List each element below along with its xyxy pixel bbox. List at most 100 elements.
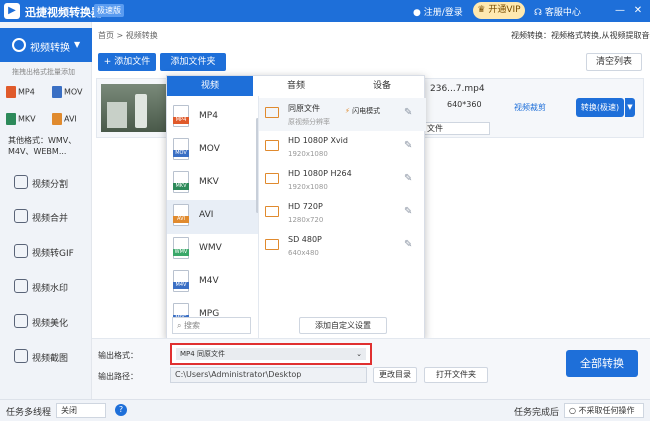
- video-thumbnail: [101, 84, 169, 132]
- output-format-select[interactable]: 文件: [422, 122, 490, 135]
- crop-video-link[interactable]: 视频裁剪: [514, 102, 546, 113]
- open-folder-button[interactable]: 打开文件夹: [424, 367, 488, 383]
- video-preset-icon: [265, 206, 279, 217]
- preset-item[interactable]: HD 720P 1280x720 ✎: [259, 197, 426, 230]
- convert-all-button[interactable]: 全部转换: [566, 350, 638, 377]
- radio-icon: ○: [569, 406, 576, 415]
- add-folder-button[interactable]: 添加文件夹: [160, 53, 226, 71]
- chevron-down-icon: ▼: [74, 40, 81, 49]
- sidebar-item-label: 视频水印: [32, 284, 69, 294]
- edit-icon[interactable]: ✎: [404, 206, 412, 217]
- quick-format-label: AVI: [64, 114, 77, 124]
- sidebar-item-screenshot[interactable]: 视频截图: [0, 346, 92, 368]
- mp4-file-icon: [6, 86, 16, 98]
- add-file-button[interactable]: + 添加文件: [98, 53, 156, 71]
- vip-button[interactable]: ♛ 开通VIP: [473, 2, 525, 19]
- login-link[interactable]: ● 注册/登录: [413, 5, 463, 18]
- preset-sub: 640x480: [288, 249, 319, 257]
- edit-icon[interactable]: ✎: [404, 239, 412, 250]
- preset-item[interactable]: HD 1080P Xvid 1920x1080 ✎: [259, 131, 426, 164]
- edit-icon[interactable]: ✎: [404, 140, 412, 151]
- format-item-mkv[interactable]: MKV MKV: [167, 167, 258, 201]
- add-custom-setting-button[interactable]: 添加自定义设置: [299, 317, 387, 334]
- app-logo-icon: ▶: [4, 3, 20, 19]
- after-task-select[interactable]: ○ 不采取任何操作: [564, 403, 644, 418]
- after-task-label: 任务完成后: [514, 408, 560, 418]
- tab-audio[interactable]: 音频: [253, 76, 339, 96]
- edit-icon[interactable]: ✎: [404, 107, 412, 118]
- tab-device[interactable]: 设备: [339, 76, 425, 96]
- convert-icon: [12, 38, 26, 52]
- screenshot-icon: [14, 349, 28, 363]
- preset-name: HD 1080P Xvid: [288, 136, 348, 145]
- clear-list-button[interactable]: 清空列表: [586, 53, 642, 71]
- gif-icon: [14, 244, 28, 258]
- mkv-file-icon: [6, 113, 16, 125]
- preset-name: 同原文件: [288, 104, 320, 113]
- change-directory-button[interactable]: 更改目录: [373, 367, 417, 383]
- quick-format-mkv[interactable]: MKV: [6, 113, 36, 129]
- quick-format-mp4[interactable]: MP4: [6, 86, 35, 102]
- format-item-wmv[interactable]: WMV WMV: [167, 233, 258, 267]
- sidebar-item-label: 视频美化: [32, 319, 69, 329]
- avi-file-icon: AVI: [173, 204, 189, 226]
- format-list: MP4 MP4 MOV MOV MKV MKV AVI AVI WMV WMV M4V M4…: [167, 96, 259, 340]
- sidebar-item-merge[interactable]: 视频合并: [0, 206, 92, 228]
- help-icon[interactable]: ?: [115, 404, 127, 416]
- video-preset-icon: [265, 173, 279, 184]
- close-button[interactable]: ✕: [630, 2, 646, 20]
- sidebar-item-gif[interactable]: 视频转GIF: [0, 241, 92, 263]
- preset-sub: 1920x1080: [288, 150, 328, 158]
- quick-format-label: MOV: [64, 87, 83, 97]
- convert-dropdown-button[interactable]: ▼: [625, 98, 635, 117]
- convert-button[interactable]: 转换(极速): [576, 98, 624, 117]
- preset-item[interactable]: HD 1080P H264 1920x1080 ✎: [259, 164, 426, 197]
- flash-mode-label: 闪电模式: [352, 107, 381, 115]
- vip-label: 开通VIP: [488, 5, 521, 15]
- output-format-dropdown[interactable]: MP4 同原文件 ⌄: [170, 343, 372, 365]
- format-item-mp4[interactable]: MP4 MP4: [167, 101, 258, 135]
- output-path-label: 输出路径：: [98, 372, 138, 381]
- format-item-mov[interactable]: MOV MOV: [167, 134, 258, 168]
- preset-name: SD 480P: [288, 235, 322, 244]
- edit-icon[interactable]: ✎: [404, 173, 412, 184]
- other-formats-link[interactable]: 其他格式：WMV、M4V、WEBM...: [8, 135, 88, 157]
- format-picker-popup: 视频 音频 设备 MP4 MP4 MOV MOV MKV MKV AVI AVI WMV…: [166, 75, 426, 340]
- service-center-link[interactable]: ☊ 客服中心: [534, 5, 581, 18]
- format-item-m4v[interactable]: M4V M4V: [167, 266, 258, 300]
- quick-format-avi[interactable]: AVI: [52, 113, 77, 129]
- tab-video[interactable]: 视频: [167, 76, 253, 96]
- multithread-select[interactable]: 关闭: [56, 403, 106, 418]
- output-path-field[interactable]: C:\Users\Administrator\Desktop: [170, 367, 367, 383]
- video-preset-icon: [265, 239, 279, 250]
- preset-list: 同原文件 原视频分辨率 ⚡ 闪电模式 ✎ HD 1080P Xvid 1920x…: [259, 96, 426, 340]
- quick-format-mov[interactable]: MOV: [52, 86, 83, 102]
- sidebar-item-split[interactable]: 视频分割: [0, 172, 92, 194]
- format-item-label: WMV: [199, 243, 222, 253]
- format-item-label: M4V: [199, 276, 219, 286]
- output-format-label: 输出格式：: [98, 351, 138, 360]
- flash-icon: ⚡: [345, 107, 350, 115]
- preset-sub: 1920x1080: [288, 183, 328, 191]
- format-item-label: MKV: [199, 177, 219, 187]
- video-preset-icon: [265, 140, 279, 151]
- format-search-input[interactable]: ⌕ 搜索: [172, 317, 251, 334]
- minimize-button[interactable]: —: [612, 2, 628, 20]
- watermark-icon: [14, 279, 28, 293]
- sidebar-item-beautify[interactable]: 视频美化: [0, 311, 92, 333]
- sidebar-item-label: 视频转GIF: [32, 249, 74, 259]
- avi-file-icon: [52, 113, 62, 125]
- wmv-file-icon: WMV: [173, 237, 189, 259]
- sidebar-item-watermark[interactable]: 视频水印: [0, 276, 92, 298]
- sidebar-item-label: 视频分割: [32, 180, 69, 190]
- split-icon: [14, 175, 28, 189]
- format-item-avi[interactable]: AVI AVI: [167, 200, 258, 234]
- preset-item[interactable]: 同原文件 原视频分辨率 ⚡ 闪电模式 ✎: [259, 98, 426, 131]
- sidebar-item-label: 视频合并: [32, 214, 69, 224]
- sidebar-active-label: 视频转换: [30, 43, 70, 54]
- title-bar: ▶ 迅捷视频转换器 极速版 ● 注册/登录 ♛ 开通VIP ☊ 客服中心 — ✕: [0, 0, 650, 22]
- preset-item[interactable]: SD 480P 640x480 ✎: [259, 230, 426, 263]
- after-task-value: 不采取任何操作: [578, 406, 635, 415]
- mkv-file-icon: MKV: [173, 171, 189, 193]
- sidebar-item-video-convert[interactable]: 视频转换 ▼: [0, 28, 92, 62]
